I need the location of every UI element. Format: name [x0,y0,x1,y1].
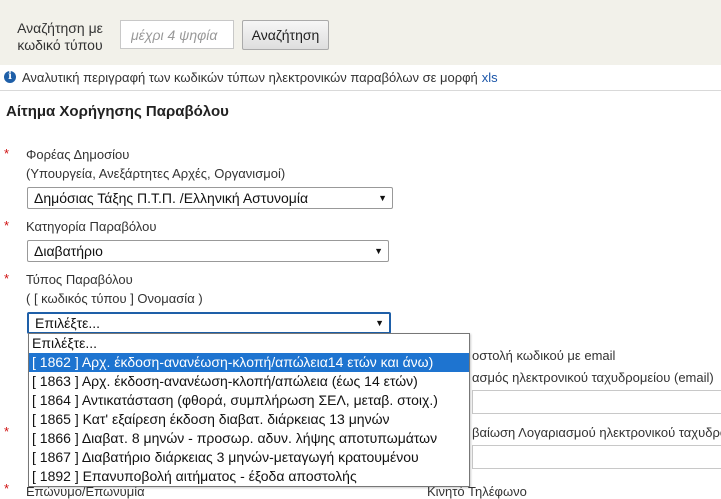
fee-type-select[interactable]: Επιλέξτε... ▼ [27,312,391,334]
required-marker: * [4,218,10,233]
required-marker: * [4,424,10,439]
search-label: Αναζήτηση με κωδικό τύπου [17,20,103,53]
search-button[interactable]: Αναζήτηση [242,20,329,50]
dropdown-option-selected[interactable]: [ 1862 ] Αρχ. έκδοση-ανανέωση-κλοπή/απώλ… [29,353,469,372]
email-address-input[interactable] [472,390,721,414]
category-value: Διαβατήριο [34,243,103,259]
confirm-email-input[interactable] [472,445,721,469]
info-row: i Αναλυτική περιγραφή των κωδικών τύπων … [4,68,498,86]
category-select[interactable]: Διαβατήριο ▼ [27,240,389,262]
public-body-select[interactable]: Δημόσιας Τάξης Π.Τ.Π. /Ελληνική Αστυνομί… [27,187,393,209]
section-title: Αίτημα Χορήγησης Παραβόλου [6,103,229,120]
dropdown-option[interactable]: Επιλέξτε... [29,334,469,353]
dropdown-option[interactable]: [ 1865 ] Κατ' εξαίρεση έκδοση διαβατ. δι… [29,410,469,429]
dropdown-option[interactable]: [ 1863 ] Αρχ. έκδοση-ανανέωση-κλοπή/απώλ… [29,372,469,391]
category-label: Κατηγορία Παραβόλου [26,219,157,234]
code-search-input[interactable] [120,20,234,49]
info-text: Αναλυτική περιγραφή των κωδικών τύπων ηλ… [22,69,478,85]
required-marker: * [4,271,10,286]
info-icon: i [4,71,16,83]
required-marker: * [4,146,10,161]
fee-type-sublabel: ( [ κωδικός τύπου ] Ονομασία ) [26,291,203,306]
fee-type-label: Τύπος Παραβόλου [26,272,133,287]
email-address-label: ασμός ηλεκτρονικού ταχυδρομείου (email) [472,370,714,385]
public-body-value: Δημόσιας Τάξης Π.Τ.Π. /Ελληνική Αστυνομί… [34,190,309,206]
dropdown-option[interactable]: [ 1867 ] Διαβατήριο διάρκειας 3 μηνών-με… [29,448,469,467]
dropdown-option[interactable]: [ 1892 ] Επανυποβολή αιτήματος - έξοδα α… [29,467,469,486]
divider [0,90,721,91]
chevron-down-icon: ▼ [374,246,383,256]
public-body-label: Φορέας Δημοσίου [26,147,130,162]
xls-link[interactable]: xls [482,70,498,85]
fee-type-value: Επιλέξτε... [35,315,101,331]
dropdown-option[interactable]: [ 1866 ] Διαβατ. 8 μηνών - προσωρ. αδυν.… [29,429,469,448]
public-body-sublabel: (Υπουργεία, Ανεξάρτητες Αρχές, Οργανισμο… [26,166,286,181]
confirm-email-label: βαίωση Λογαριασμού ηλεκτρονικού ταχυδρομ [472,425,721,440]
chevron-down-icon: ▼ [378,193,387,203]
email-send-label: οστολή κωδικού με email [472,348,616,363]
chevron-down-icon: ▼ [375,318,384,328]
fee-type-dropdown-list[interactable]: Επιλέξτε... [ 1862 ] Αρχ. έκδοση-ανανέωσ… [28,333,470,487]
search-bar: Αναζήτηση με κωδικό τύπου Αναζήτηση [0,0,721,65]
required-marker: * [4,481,10,496]
dropdown-option[interactable]: [ 1864 ] Αντικατάσταση (φθορά, συμπλήρωσ… [29,391,469,410]
